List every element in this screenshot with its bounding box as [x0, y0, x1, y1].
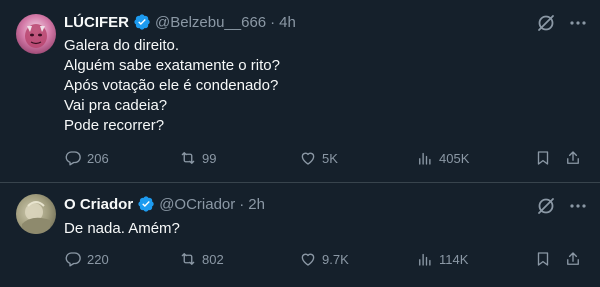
tweet-text-line: Vai pra cadeia?	[64, 97, 168, 114]
retweet-count: 802	[202, 251, 224, 267]
tweet-text-line: Alguém sabe exatamente o rito?	[64, 57, 280, 74]
bookmark-icon	[537, 151, 549, 165]
action-bar: 220 802 9.7K 114K	[64, 249, 584, 269]
retweet-button[interactable]: 802	[179, 249, 224, 269]
retweet-count: 99	[202, 150, 217, 166]
author-name[interactable]: LÚCIFER	[64, 14, 129, 31]
like-button[interactable]: 5K	[299, 148, 338, 168]
tweet-text-line: De nada. Amém?	[64, 220, 180, 237]
like-count: 5K	[322, 150, 338, 166]
tweet-text: De nada. Amém?	[64, 219, 180, 239]
verified-icon	[137, 195, 155, 213]
view-count: 114K	[439, 251, 469, 267]
tweet-text-line: Após votação ele é condenado?	[64, 77, 279, 94]
avatar[interactable]	[16, 194, 56, 234]
view-count: 405K	[439, 150, 470, 166]
timestamp[interactable]: 2h	[248, 196, 265, 213]
tweet-header: LÚCIFER @Belzebu__666 · 4h	[64, 12, 296, 32]
timestamp[interactable]: 4h	[279, 14, 296, 31]
like-count: 9.7K	[322, 251, 349, 267]
bookmark-button[interactable]	[534, 249, 552, 269]
more-icon[interactable]	[568, 196, 588, 216]
separator-dot: ·	[270, 13, 276, 31]
reply-count: 206	[87, 150, 109, 166]
reply-count: 220	[87, 251, 109, 267]
like-icon	[301, 152, 315, 165]
bookmark-button[interactable]	[534, 148, 552, 168]
tweet-text: Galera do direito. Alguém sabe exatament…	[64, 36, 280, 136]
avatar-image	[22, 201, 50, 234]
share-icon	[567, 151, 579, 164]
like-button[interactable]: 9.7K	[299, 249, 349, 269]
author-name[interactable]: O Criador	[64, 196, 133, 213]
reply-icon	[65, 252, 81, 267]
views-icon	[419, 253, 431, 266]
share-button[interactable]	[564, 249, 582, 269]
like-icon	[301, 253, 315, 266]
bookmark-icon	[537, 252, 549, 266]
grok-icon[interactable]	[536, 196, 556, 216]
views-button[interactable]: 114K	[416, 249, 468, 269]
reply-icon	[65, 151, 81, 166]
tweet-text-line: Galera do direito.	[64, 37, 180, 54]
more-icon[interactable]	[568, 13, 588, 33]
tweet-text-line: Pode recorrer?	[64, 117, 165, 134]
avatar[interactable]	[16, 14, 56, 54]
reply-button[interactable]: 206	[64, 148, 109, 168]
tweet[interactable]: O Criador @OCriador · 2h De nada. Amém?	[0, 182, 600, 287]
avatar-image	[25, 24, 47, 48]
reply-button[interactable]: 220	[64, 249, 109, 269]
author-handle[interactable]: @Belzebu__666	[155, 14, 266, 31]
grok-icon[interactable]	[536, 13, 556, 33]
views-button[interactable]: 405K	[416, 148, 469, 168]
retweet-button[interactable]: 99	[179, 148, 216, 168]
separator-dot: ·	[239, 195, 245, 213]
retweet-icon	[181, 253, 195, 265]
retweet-icon	[181, 152, 195, 164]
action-bar: 206 99 5K 405K	[64, 148, 584, 168]
views-icon	[419, 152, 431, 165]
share-icon	[567, 252, 579, 265]
tweet-header: O Criador @OCriador · 2h	[64, 194, 265, 214]
tweet[interactable]: LÚCIFER @Belzebu__666 · 4h Galera do dir…	[0, 0, 600, 182]
share-button[interactable]	[564, 148, 582, 168]
verified-icon	[133, 13, 151, 31]
author-handle[interactable]: @OCriador	[159, 196, 235, 213]
